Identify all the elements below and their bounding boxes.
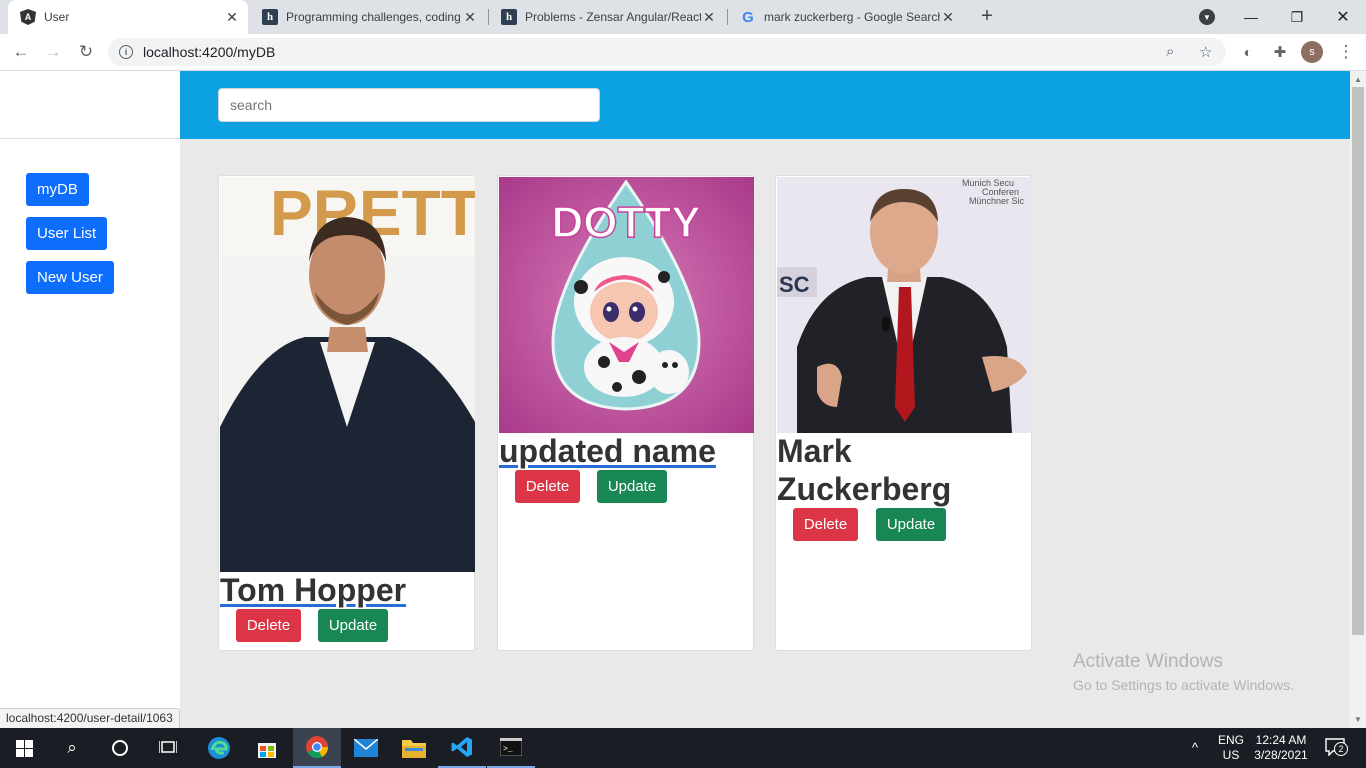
file-explorer-icon[interactable] [390,728,438,768]
sidebar: myDB User List New User [0,139,180,728]
search-input[interactable] [230,97,588,113]
notification-count: 2 [1334,742,1348,756]
menu-kebab-icon[interactable]: ⋮ [1334,40,1358,64]
region-code: US [1222,748,1240,762]
windows-taskbar: ⌕ >_ ^ ENG US 12:24 AM 3/28/2021 2 [0,728,1366,768]
user-photo: SC Munich Secu Conferen Münchner Sic [777,177,1032,433]
nav-mydb-button[interactable]: myDB [26,173,89,206]
browser-tab-user[interactable]: A User ✕ [8,0,248,34]
bookmark-star-icon[interactable]: ☆ [1199,43,1212,61]
activate-windows-title: Activate Windows [1073,651,1223,672]
store-icon[interactable] [243,728,291,768]
svg-text:>_: >_ [503,745,513,754]
close-icon[interactable]: ✕ [462,9,478,26]
info-icon[interactable]: i [119,45,133,59]
google-icon: G [742,8,754,26]
mail-icon[interactable] [342,728,390,768]
language-indicator[interactable]: ENG US [1218,733,1244,763]
user-name[interactable]: Mark Zuckerberg [777,432,997,508]
chrome-icon[interactable] [293,728,341,768]
new-tab-button[interactable]: + [976,6,998,28]
update-button[interactable]: Update [318,609,388,642]
top-header [180,71,1350,139]
search-box[interactable] [218,88,600,122]
nav-user-list-button[interactable]: User List [26,217,108,250]
activate-windows-subtitle: Go to Settings to activate Windows. [1073,677,1294,693]
hackerrank-icon: h [262,9,278,25]
browser-tab-problems[interactable]: h Problems - Zensar Angular/React ✕ [489,0,725,34]
minimize-button[interactable]: — [1228,0,1274,34]
user-name[interactable]: updated name [499,432,716,470]
user-photo: PRETTY [220,177,475,572]
edge-browser-icon[interactable] [195,728,243,768]
sidebar-brand-area [0,71,180,139]
user-card: SC Munich Secu Conferen Münchner Sic Mar… [775,175,1032,651]
tray-chevron-up-icon[interactable]: ^ [1192,740,1198,755]
terminal-icon[interactable]: >_ [487,728,535,768]
angular-icon: A [20,9,36,25]
update-button[interactable]: Update [597,470,667,503]
delete-button[interactable]: Delete [236,609,301,642]
clock-date: 3/28/2021 [1254,748,1308,762]
nav-new-user-button[interactable]: New User [26,261,114,294]
forward-icon[interactable]: → [41,40,65,64]
clock-time: 12:24 AM [1255,733,1307,747]
delete-button[interactable]: Delete [515,470,580,503]
svg-text:SC: SC [779,272,810,297]
language-code: ENG [1218,733,1245,747]
browser-tab-programming[interactable]: h Programming challenges, coding ✕ [250,0,486,34]
address-url: localhost:4200/myDB [143,44,276,60]
browser-toolbar: ← → ↻ i localhost:4200/myDB ⌕ ☆ ◐ ✚ s ⋮ [0,34,1366,71]
user-card: PRETTY Tom Hopper Delete Update [218,175,475,651]
close-icon[interactable]: ✕ [940,9,956,26]
close-icon[interactable]: ✕ [224,9,240,26]
scroll-down-arrow-icon[interactable]: ▼ [1354,715,1362,724]
task-view-icon[interactable] [144,728,192,768]
tab-title: Problems - Zensar Angular/React [525,10,701,24]
delete-button[interactable]: Delete [793,508,858,541]
search-icon[interactable]: ⌕ [48,728,96,768]
browser-tab-google[interactable]: G mark zuckerberg - Google Search ✕ [728,0,964,34]
notification-center-icon[interactable]: 2 [1322,738,1348,758]
tab-title: User [44,10,70,24]
reload-icon[interactable]: ↻ [74,40,98,64]
tab-search-icon[interactable]: ▼ [1199,9,1215,25]
extension-circle-icon[interactable]: ◐ [1236,40,1260,64]
vscode-icon[interactable] [438,728,486,768]
extensions-puzzle-icon[interactable]: ✚ [1268,40,1292,64]
restore-button[interactable]: ❐ [1274,0,1320,34]
svg-text:Münchner Sic: Münchner Sic [969,196,1025,206]
zoom-icon[interactable]: ⌕ [1166,43,1174,60]
scroll-up-arrow-icon[interactable]: ▲ [1354,75,1362,84]
tab-title: mark zuckerberg - Google Search [764,10,940,24]
user-photo: DOTTY [499,177,754,433]
user-card: DOTTY updated name Delete Update [497,175,754,651]
hackerrank-icon: h [501,9,517,25]
cortana-icon[interactable] [96,728,144,768]
close-window-button[interactable]: ✕ [1320,0,1366,34]
scrollbar-thumb[interactable] [1352,87,1364,635]
clock[interactable]: 12:24 AM 3/28/2021 [1250,733,1312,763]
page-viewport: myDB User List New User PRETTY Tom Hoppe… [0,71,1350,728]
windows-start-icon[interactable] [0,728,48,768]
user-name[interactable]: Tom Hopper [220,571,406,609]
back-icon[interactable]: ← [9,40,33,64]
profile-avatar[interactable]: s [1301,41,1323,63]
tab-title: Programming challenges, coding [286,10,461,24]
link-status-bar: localhost:4200/user-detail/1063 [0,708,180,728]
update-button[interactable]: Update [876,508,946,541]
browser-tabstrip: A User ✕ h Programming challenges, codin… [0,0,1366,34]
banner-text: DOTTY [551,198,700,247]
page-scrollbar[interactable]: ▲ ▼ [1350,71,1366,728]
address-bar[interactable]: i localhost:4200/myDB ⌕ ☆ [108,38,1226,66]
close-icon[interactable]: ✕ [701,9,717,26]
